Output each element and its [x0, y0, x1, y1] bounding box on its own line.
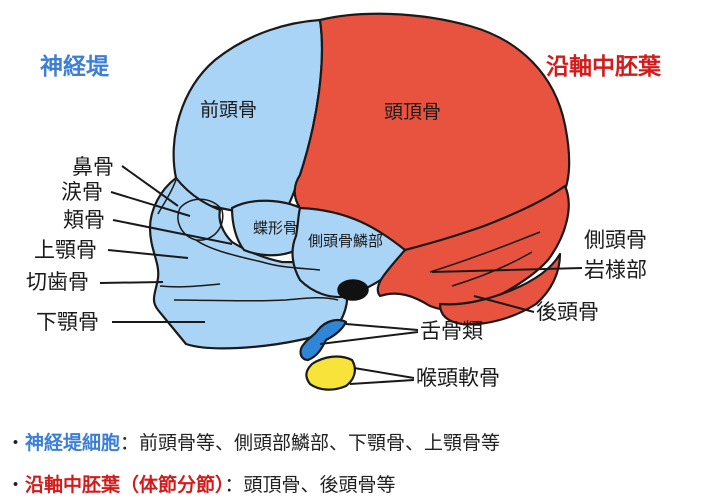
legend-text-neural-crest: ：前頭骨等、側頭部鱗部、下顎骨、上顎骨等 — [120, 432, 501, 454]
larynx-leader-2 — [349, 379, 415, 385]
sphenoid-label: 蝶形骨 — [253, 219, 298, 237]
lacrimal-label: 涙骨 — [61, 180, 103, 204]
ear-canal — [337, 279, 369, 301]
hyoid-leader-1 — [345, 323, 419, 331]
larynx-leader-1 — [353, 367, 415, 379]
larynx-label: 喉頭軟骨 — [416, 366, 500, 390]
legend-term-mesoderm: 沿軸中胚葉（体節分節） — [25, 474, 225, 496]
squamous-temporal-label: 側頭骨鱗部 — [308, 232, 383, 250]
incisive-leader — [99, 281, 164, 284]
larynx-region — [305, 355, 356, 391]
legend-row-neural-crest: ・神経堤細胞：前頭骨等、側頭部鱗部、下顎骨、上顎骨等 — [6, 428, 500, 455]
petrous-temporal-label-line1: 側頭骨 — [584, 228, 647, 252]
occipital-label: 後頭骨 — [536, 300, 599, 324]
legend-text-mesoderm: ：頭頂骨、後頭骨等 — [224, 474, 396, 496]
legend-term-neural-crest: 神経堤細胞 — [25, 432, 121, 454]
legend-bullet: ・ — [6, 474, 26, 496]
maxilla-label: 上顎骨 — [34, 238, 97, 262]
paraxial-mesoderm-title: 沿軸中胚葉 — [546, 54, 662, 80]
mandible-label: 下顎骨 — [36, 310, 99, 334]
incisive-label: 切歯骨 — [26, 270, 89, 294]
hyoid-label: 舌骨類 — [420, 319, 483, 343]
skull-diagram: 神経堤 沿軸中胚葉 前頭骨 頭頂骨 蝶形骨 側頭骨鱗部 鼻骨 涙骨 頬骨 上顎骨… — [26, 12, 662, 391]
petrous-temporal-label-line2: 岩様部 — [584, 258, 647, 282]
legend-bullet: ・ — [6, 432, 26, 454]
nasal-label: 鼻骨 — [72, 155, 114, 179]
frontal-label: 前頭骨 — [200, 99, 257, 121]
neural-crest-title: 神経堤 — [40, 53, 110, 80]
zygomatic-label: 頬骨 — [63, 208, 105, 232]
legend-row-mesoderm: ・沿軸中胚葉（体節分節）：頭頂骨、後頭骨等 — [6, 470, 396, 497]
parietal-label: 頭頂骨 — [384, 101, 441, 123]
